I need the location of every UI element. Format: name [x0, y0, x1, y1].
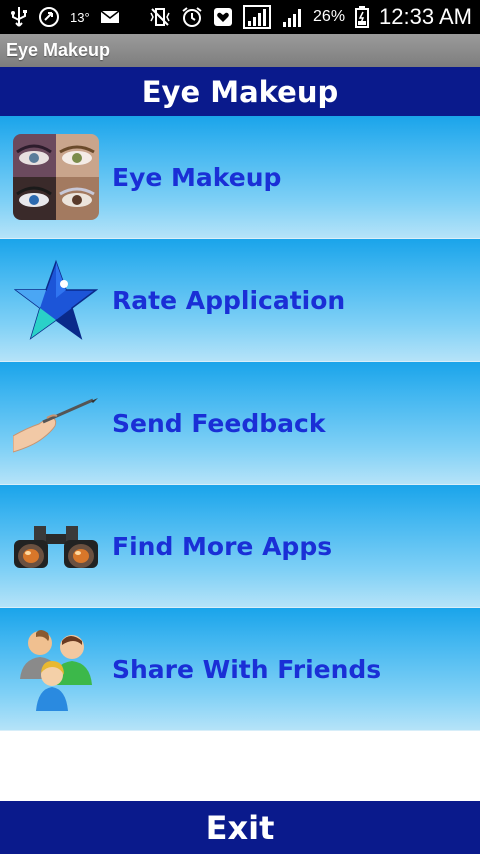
main-menu: Eye Makeup Rate Application Send Feedbac — [0, 116, 480, 731]
heart-icon — [213, 6, 233, 28]
menu-item-label: Eye Makeup — [112, 162, 282, 192]
menu-item-eye-makeup[interactable]: Eye Makeup — [0, 116, 480, 239]
page-title: Eye Makeup — [141, 74, 339, 109]
menu-item-send-feedback[interactable]: Send Feedback — [0, 362, 480, 485]
menu-item-label: Rate Application — [112, 285, 346, 315]
hand-pen-icon — [12, 379, 100, 467]
status-bar-right: 26% 12:33 AM — [149, 4, 472, 30]
sync-icon — [38, 6, 60, 28]
menu-item-label: Send Feedback — [112, 408, 326, 438]
status-bar: 13° 26% 12:33 AM — [0, 0, 480, 34]
signal-icon — [281, 6, 303, 28]
battery-icon — [355, 6, 370, 28]
menu-item-label: Find More Apps — [112, 531, 333, 561]
exit-button[interactable]: Exit — [0, 801, 480, 854]
signal-icon — [243, 5, 272, 29]
battery-percent-text: 26% — [313, 8, 346, 25]
action-bar-title: Eye Makeup — [6, 40, 111, 60]
exit-label: Exit — [205, 808, 275, 847]
clock: 12:33 AM — [379, 4, 472, 29]
binoculars-icon — [12, 502, 100, 590]
menu-item-find-more-apps[interactable]: Find More Apps — [0, 485, 480, 608]
menu-item-label: Share With Friends — [112, 654, 382, 684]
alarm-icon — [181, 6, 203, 28]
page-header: Eye Makeup — [0, 67, 480, 116]
temperature-text: 13° — [70, 9, 90, 25]
status-bar-left: 13° — [10, 6, 120, 28]
star-icon — [12, 256, 100, 344]
menu-item-share-with-friends[interactable]: Share With Friends — [0, 608, 480, 731]
usb-icon — [10, 6, 28, 28]
mute-vibrate-icon — [149, 6, 171, 28]
mail-icon — [100, 6, 120, 28]
people-icon — [12, 625, 100, 713]
action-bar: Eye Makeup — [0, 34, 480, 67]
eye-makeup-thumbnail-icon — [12, 133, 100, 221]
menu-item-rate-application[interactable]: Rate Application — [0, 239, 480, 362]
